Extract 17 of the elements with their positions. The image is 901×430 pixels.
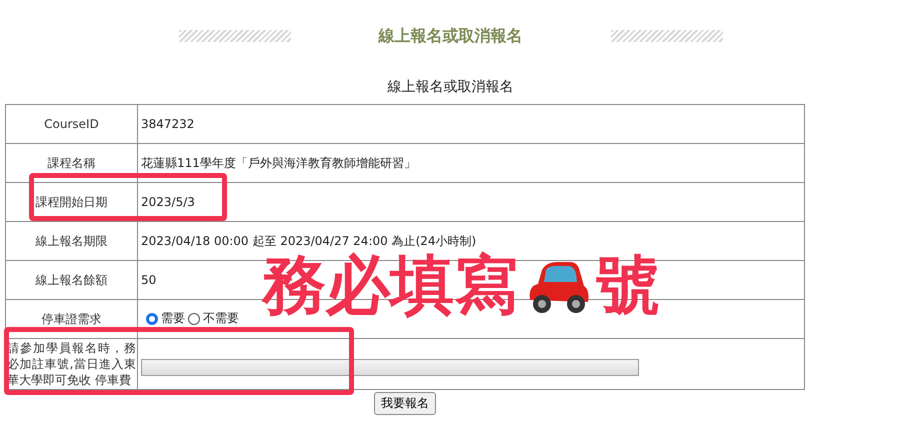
form-title: 線上報名或取消報名 — [388, 79, 514, 95]
input-field[interactable] — [141, 358, 639, 376]
field-label: 停車證需求 — [42, 312, 102, 326]
table-cell: 花蓮縣111學年度「戶外與海洋教育教師增能研習」 — [138, 144, 804, 182]
radio-label: 需要 — [161, 310, 185, 328]
field-label: 線上報名餘額 — [36, 272, 108, 286]
radio-label: 不需要 — [203, 310, 239, 328]
radio-button[interactable] — [188, 312, 200, 325]
field-label: 課程名稱 — [48, 156, 96, 170]
table-cell: 3847232 — [138, 104, 804, 144]
radio-button[interactable] — [146, 312, 158, 325]
field-label: CourseID — [44, 117, 99, 131]
table-cell: 2023/5/3 — [138, 182, 804, 222]
field-label: 課程開始日期 — [36, 194, 108, 208]
field-label: 線上報名期限 — [36, 234, 108, 248]
page-title: 線上報名或取消報名 — [378, 26, 522, 46]
submit-button[interactable]: 我要報名 — [374, 392, 436, 415]
